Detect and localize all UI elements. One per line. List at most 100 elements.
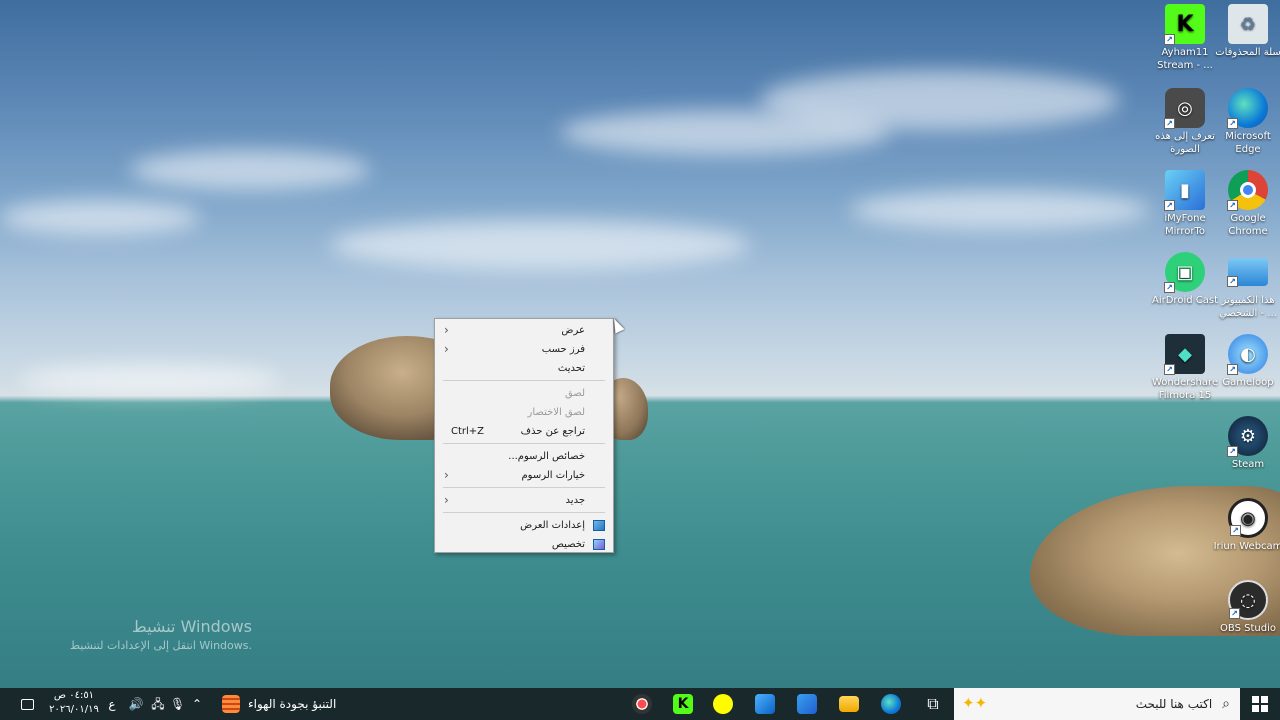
taskbar-store[interactable] — [794, 688, 820, 720]
menu-item-refresh[interactable]: تحديث — [435, 359, 613, 378]
chrome-icon: ↗ — [1227, 170, 1268, 211]
desktop-icon-label: سلة المحذوفات — [1215, 47, 1280, 58]
menu-item-label: خيارات الرسوم — [521, 470, 585, 481]
weather-text: التنبؤ بجودة الهواء — [248, 697, 337, 711]
desktop-icon-gameloop[interactable]: ◐ ↗ Gameloop — [1213, 334, 1280, 389]
taskbar-snapchat[interactable] — [710, 688, 736, 720]
desktop-icon-spotlight[interactable]: ◎ ↗ تعرف إلى هذه الصورة — [1150, 88, 1220, 156]
desktop-icon-label: Gameloop — [1222, 377, 1274, 388]
edge-icon: ↗ — [1227, 88, 1268, 129]
search-icon: ⌕ — [1222, 696, 1230, 712]
language-indicator[interactable]: ع — [106, 688, 118, 720]
taskbar-clock[interactable]: ٠٤:٥١ ص ٢٠٢٦/٠١/١٩ — [44, 689, 104, 717]
camera-icon: ◎ ↗ — [1164, 88, 1205, 129]
menu-item-label: لصق — [564, 388, 585, 399]
chevron-left-icon: ‹ — [444, 323, 449, 337]
watermark-subtitle: انتقل إلى الإعدادات لتنشيط Windows. — [69, 639, 252, 652]
desktop-icon-recycle-bin[interactable]: ♻ سلة المحذوفات — [1213, 4, 1280, 59]
monitor-icon: ↗ — [1227, 258, 1268, 287]
desktop-context-menu: عرض ‹ فرز حسب ‹ تحديث لصق لصق الاختصار ت… — [434, 318, 614, 553]
menu-item-graphics-options[interactable]: خيارات الرسوم ‹ — [435, 466, 613, 485]
menu-item-label: تخصيص — [551, 539, 585, 550]
desktop-icon-this-pc[interactable]: ↗ هذا الكمبيوتر الشخصي - ... — [1213, 252, 1280, 320]
cloud — [760, 70, 1120, 130]
taskbar-edge[interactable] — [878, 688, 904, 720]
show-hidden-icons-button[interactable]: ⌃ — [190, 688, 204, 720]
store-icon — [797, 694, 817, 714]
desktop-icon-label: Microsoft Edge — [1225, 131, 1271, 155]
menu-item-display-settings[interactable]: إعدادات العرض — [435, 516, 613, 535]
edge-icon — [881, 694, 901, 714]
menu-item-view[interactable]: عرض ‹ — [435, 321, 613, 340]
menu-item-personalize[interactable]: تخصيص — [435, 535, 613, 554]
desktop-icon-edge[interactable]: ↗ Microsoft Edge — [1213, 88, 1280, 156]
airdroid-icon: ▣ ↗ — [1164, 252, 1205, 293]
desktop-icon-airdroid[interactable]: ▣ ↗ AirDroid Cast — [1150, 252, 1220, 307]
kick-icon: K ↗ — [1164, 4, 1205, 45]
network-button[interactable]: 🖧 — [150, 688, 166, 720]
volume-button[interactable]: 🔊 — [128, 688, 144, 720]
menu-item-label: فرز حسب — [541, 344, 585, 355]
taskbar-recorder[interactable] — [628, 688, 656, 720]
cloud — [130, 150, 370, 190]
desktop-icon-filmora[interactable]: ◆ ↗ Wondershare Filmora 15 — [1150, 334, 1220, 402]
menu-item-label: عرض — [561, 325, 585, 336]
cloud — [330, 220, 750, 270]
activation-watermark: تنشيط Windows انتقل إلى الإعدادات لتنشيط… — [60, 617, 252, 652]
chevron-up-icon: ⌃ — [191, 697, 203, 711]
filmora-icon: ◆ ↗ — [1164, 334, 1205, 375]
kick-icon: K — [673, 694, 693, 714]
screen-recorder-icon — [632, 694, 652, 714]
task-view-icon: ⧉ — [927, 694, 939, 713]
desktop-icon-steam[interactable]: ⚙ ↗ Steam — [1213, 416, 1280, 471]
volume-icon: 🔊 — [128, 697, 144, 711]
network-icon: 🖧 — [151, 697, 165, 711]
desktop-icon-label: هذا الكمبيوتر الشخصي - ... — [1219, 295, 1277, 319]
menu-separator — [443, 380, 605, 381]
start-button[interactable] — [1240, 688, 1280, 720]
notification-center-button[interactable] — [16, 688, 38, 720]
desktop-icon-label: تعرف إلى هذه الصورة — [1155, 131, 1215, 155]
recycle-bin-icon: ♻ — [1228, 4, 1268, 44]
desktop-icon-label: Ayham11 Stream - ... — [1157, 47, 1213, 71]
cloud — [850, 190, 1150, 230]
snapchat-icon — [713, 694, 733, 714]
obs-icon: ◌ ↗ — [1228, 580, 1268, 620]
taskbar-mail[interactable] — [752, 688, 778, 720]
clock-date: ٢٠٢٦/٠١/١٩ — [49, 704, 99, 715]
desktop-icon-imyfone[interactable]: ▮ ↗ iMyFone MirrorTo — [1150, 170, 1220, 238]
cloud — [0, 200, 200, 235]
menu-item-paste: لصق — [435, 384, 613, 403]
windows-logo-icon — [1252, 696, 1268, 712]
taskbar-search-box[interactable]: ⌕ اكتب هنا للبحث ✦✦ — [954, 688, 1240, 720]
menu-separator — [443, 512, 605, 513]
taskbar-weather-widget[interactable]: التنبؤ بجودة الهواء — [222, 688, 336, 720]
menu-item-label: لصق الاختصار — [527, 407, 585, 418]
desktop-icon-chrome[interactable]: ↗ Google Chrome — [1213, 170, 1280, 238]
menu-separator — [443, 443, 605, 444]
menu-item-graphics-properties[interactable]: خصائص الرسوم... — [435, 447, 613, 466]
cloud — [20, 365, 280, 395]
desktop-icon-label: AirDroid Cast — [1152, 295, 1218, 306]
desktop-icon-obs[interactable]: ◌ ↗ OBS Studio — [1213, 580, 1280, 635]
clock-time: ٠٤:٥١ ص — [53, 690, 95, 701]
desktop-wallpaper — [0, 0, 1280, 688]
chevron-left-icon: ‹ — [444, 342, 449, 356]
display-settings-icon — [593, 520, 605, 531]
menu-item-new[interactable]: جديد ‹ — [435, 491, 613, 510]
notification-icon — [20, 699, 34, 710]
taskbar-file-explorer[interactable] — [836, 688, 862, 720]
menu-item-sort-by[interactable]: فرز حسب ‹ — [435, 340, 613, 359]
desktop-icon-label: iMyFone MirrorTo — [1164, 213, 1206, 237]
menu-item-undo-delete[interactable]: تراجع عن حذف Ctrl+Z — [435, 422, 613, 441]
menu-item-label: جديد — [565, 495, 585, 506]
steam-icon: ⚙ ↗ — [1227, 416, 1268, 457]
menu-item-label: تحديث — [557, 363, 585, 374]
menu-shortcut: Ctrl+Z — [451, 426, 485, 437]
task-view-button[interactable]: ⧉ — [920, 688, 946, 720]
taskbar-kick[interactable]: K — [670, 688, 696, 720]
desktop-icon-kick[interactable]: K ↗ Ayham11 Stream - ... — [1150, 4, 1220, 72]
desktop-icon-iriun[interactable]: ◉ ↗ Iriun Webcam — [1213, 498, 1280, 553]
menu-item-label: إعدادات العرض — [520, 520, 585, 531]
microphone-button[interactable]: 🎙 — [170, 688, 185, 720]
